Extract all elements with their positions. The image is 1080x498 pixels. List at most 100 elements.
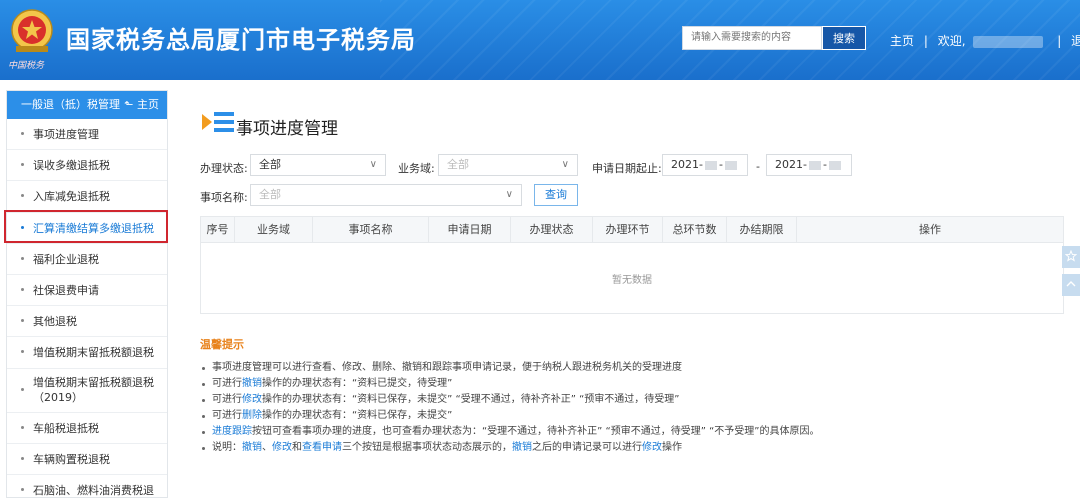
- main-content: 事项进度管理 办理状态: 全部 ∨ 业务域: 全部 ∨ 申请日期起止: 2021…: [180, 90, 1080, 498]
- back-to-top-button[interactable]: [1062, 274, 1080, 296]
- separator: |: [923, 34, 928, 48]
- domain-label: 业务域:: [398, 162, 435, 175]
- revoke-link[interactable]: 撤销: [512, 442, 532, 453]
- redacted: [724, 160, 737, 170]
- status-select[interactable]: 全部 ∨: [250, 154, 386, 176]
- user-name-redacted: [973, 35, 1044, 48]
- col-domain: 业务域: [235, 217, 313, 243]
- sidebar-item-vat-credit-2019[interactable]: 增值税期末留抵税额退税（2019）: [7, 369, 167, 413]
- chevron-down-icon: ∨: [369, 159, 377, 170]
- tip-text: 、: [262, 442, 272, 453]
- sidebar-item-label: 车辆购置税退税: [33, 452, 110, 466]
- sidebar-item-social-security[interactable]: 社保退费申请: [7, 275, 167, 307]
- col-item-name: 事项名称: [313, 217, 429, 243]
- table-header: 序号 业务域 事项名称 申请日期 办理状态 办理环节 总环节数 办结期限 操作: [201, 217, 1063, 243]
- tip-text: 说明：: [212, 442, 242, 453]
- sidebar-item-label: 增值税期末留抵税额退税: [33, 346, 154, 360]
- revoke-link[interactable]: 撤销: [242, 378, 262, 389]
- date-to-value: 2021-: [775, 158, 807, 171]
- sidebar-item-vehicle-vessel[interactable]: 车船税退抵税: [7, 413, 167, 444]
- sidebar-item-label: 福利企业退税: [33, 252, 99, 266]
- list-icon: [202, 112, 234, 132]
- emblem-caption: 中国税务: [8, 61, 45, 71]
- date-from-input[interactable]: 2021- -: [662, 154, 748, 176]
- domain-select[interactable]: 全部 ∨: [438, 154, 578, 176]
- logout-link[interactable]: 退出: [1071, 32, 1080, 49]
- sidebar-item-vat-credit[interactable]: 增值税期末留抵税额退税: [7, 337, 167, 369]
- sidebar-item-welfare-refund[interactable]: 福利企业退税: [7, 244, 167, 275]
- bullet-icon: [21, 225, 24, 229]
- sidebar-item-mistaken-refund[interactable]: 误收多缴退抵税: [7, 150, 167, 182]
- tips-title: 温馨提示: [200, 338, 244, 351]
- search-field[interactable]: [682, 26, 822, 50]
- tip-item: 说明：撤销、修改和查看申请三个按钮是根据事项状态动态展示的，撤销之后的申请记录可…: [200, 440, 819, 456]
- col-stage: 办理环节: [593, 217, 663, 243]
- tax-emblem-icon: [11, 9, 53, 52]
- redacted: [828, 160, 841, 170]
- track-progress-link[interactable]: 进度跟踪: [212, 426, 252, 437]
- revoke-link[interactable]: 撤销: [242, 442, 262, 453]
- favorite-float-button[interactable]: [1062, 246, 1080, 268]
- sidebar-home-label: 主页: [137, 98, 159, 111]
- bullet-icon: [21, 132, 24, 136]
- date-to-input[interactable]: 2021- -: [766, 154, 852, 176]
- sidebar-item-label: 事项进度管理: [33, 128, 99, 142]
- top-header: 中国税务 国家税务总局厦门市电子税务局 搜索 主页 | 欢迎, | 退出: [0, 0, 1080, 80]
- date-from-value: 2021-: [671, 158, 703, 171]
- delete-link[interactable]: 删除: [242, 410, 262, 421]
- sidebar-header: 一般退（抵）税管理 ⬑ 主页: [7, 91, 167, 119]
- view-application-link[interactable]: 查看申请: [302, 442, 342, 453]
- item-name-select[interactable]: 全部 ∨: [250, 184, 522, 206]
- sidebar-item-settlement-refund[interactable]: 汇算清缴结算多缴退抵税: [7, 213, 167, 244]
- tip-text: 按钮可查看事项办理的进度，也可查看办理状态为：“受理不通过，待补齐补正” “预审…: [252, 426, 820, 437]
- status-label: 办理状态:: [200, 162, 248, 175]
- modify-link[interactable]: 修改: [242, 394, 262, 405]
- sidebar-title: 一般退（抵）税管理: [21, 98, 120, 111]
- search-input[interactable]: [691, 27, 813, 48]
- tip-text: 和: [292, 442, 302, 453]
- tip-text: 之后的申请记录可以进行: [532, 442, 642, 453]
- tip-text: 事项进度管理可以进行查看、修改、删除、撤销和跟踪事项申请记录，便于纳税人跟进税务…: [212, 362, 682, 373]
- tip-item: 可进行删除操作的办理状态有：“资料已保存，未提交”: [200, 408, 819, 424]
- progress-table: 序号 业务域 事项名称 申请日期 办理状态 办理环节 总环节数 办结期限 操作 …: [200, 216, 1064, 314]
- query-button[interactable]: 查询: [534, 184, 578, 206]
- star-icon: [1065, 250, 1077, 262]
- modify-link[interactable]: 修改: [272, 442, 292, 453]
- redacted: [704, 160, 717, 170]
- sidebar-item-label: 其他退税: [33, 315, 77, 329]
- sidebar-item-fuel-tax[interactable]: 石脑油、燃料油消费税退: [7, 475, 167, 498]
- sidebar-home-link[interactable]: ⬑ 主页: [124, 91, 159, 119]
- tip-text: 操作: [662, 442, 682, 453]
- col-index: 序号: [201, 217, 235, 243]
- date-dash: -: [756, 160, 760, 173]
- home-link[interactable]: 主页: [890, 32, 914, 49]
- sidebar-item-label: 入库减免退抵税: [33, 190, 110, 204]
- bullet-icon: [21, 256, 24, 260]
- item-name-label: 事项名称:: [200, 191, 248, 204]
- bullet-icon: [21, 487, 24, 491]
- empty-state: 暂无数据: [612, 275, 652, 286]
- sidebar-item-reduction-refund[interactable]: 入库减免退抵税: [7, 181, 167, 213]
- sidebar-item-other-refund[interactable]: 其他退税: [7, 306, 167, 338]
- sidebar-item-label: 石脑油、燃料油消费税退: [33, 483, 154, 497]
- tip-text: 三个按钮是根据事项状态动态展示的，: [342, 442, 512, 453]
- col-status: 办理状态: [511, 217, 593, 243]
- sidebar-item-vehicle-purchase[interactable]: 车辆购置税退税: [7, 444, 167, 475]
- modify-link[interactable]: 修改: [642, 442, 662, 453]
- tip-text: 操作的办理状态有：“资料已提交，待受理”: [262, 378, 453, 389]
- separator: |: [1057, 34, 1062, 48]
- col-total-stages: 总环节数: [663, 217, 727, 243]
- col-deadline: 办结期限: [727, 217, 797, 243]
- date-range-label: 申请日期起止:: [592, 162, 662, 175]
- sidebar-item-label: 车船税退抵税: [33, 421, 99, 435]
- search-button[interactable]: 搜索: [822, 26, 866, 50]
- welcome-text: 欢迎,: [937, 34, 966, 48]
- chevron-down-icon: ∨: [561, 159, 569, 170]
- tip-text: 可进行: [212, 378, 242, 389]
- sidebar: 一般退（抵）税管理 ⬑ 主页 事项进度管理 误收多缴退抵税 入库减免退抵税 汇算…: [6, 90, 168, 498]
- sidebar-item-progress[interactable]: 事项进度管理: [7, 119, 167, 151]
- sidebar-item-label: 增值税期末留抵税额退税（2019）: [33, 376, 154, 404]
- chevron-up-icon: [1066, 281, 1076, 287]
- top-links: 主页 | 欢迎, | 退出: [890, 32, 1080, 49]
- tip-text: 可进行: [212, 394, 242, 405]
